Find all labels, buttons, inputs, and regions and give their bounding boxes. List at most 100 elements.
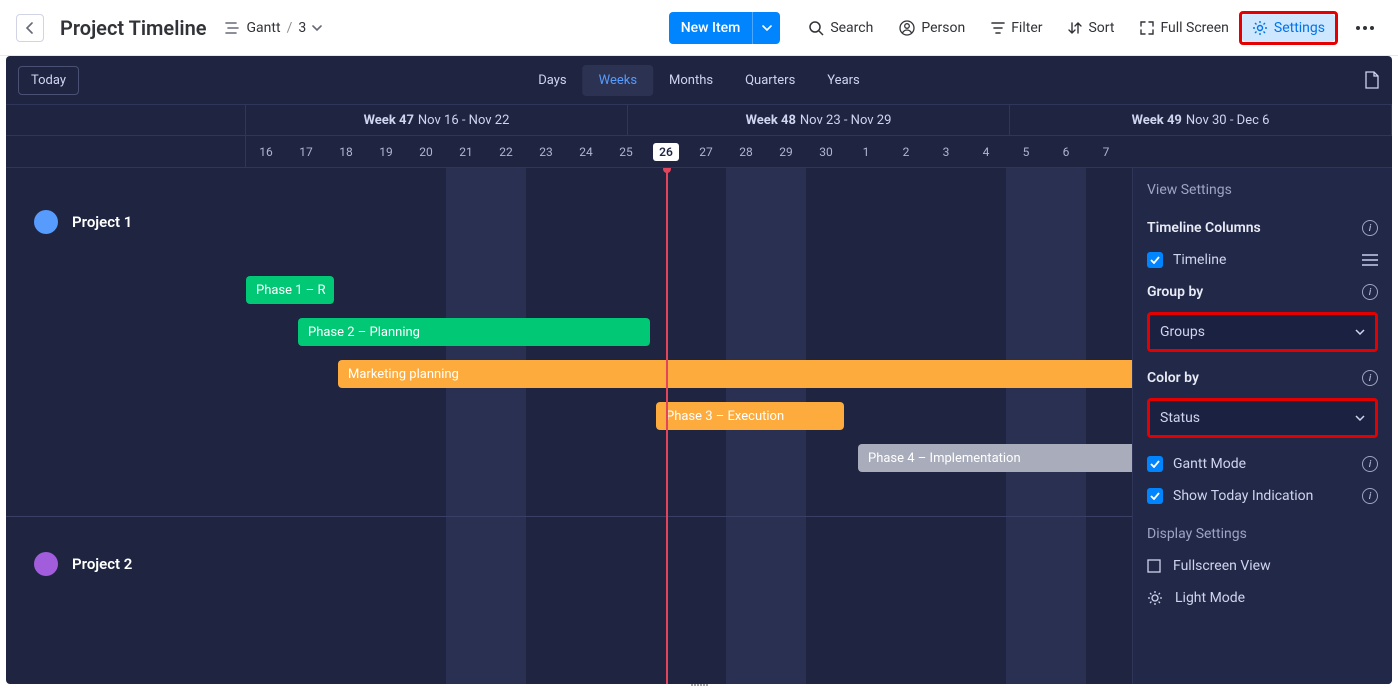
- fullscreen-view-item[interactable]: Fullscreen View: [1147, 550, 1378, 582]
- info-icon[interactable]: i: [1362, 284, 1378, 300]
- group-by-value: Groups: [1160, 324, 1205, 340]
- gantt-mode-checkbox[interactable]: Gantt Mode i: [1147, 448, 1378, 480]
- day-cell: 27: [686, 136, 726, 167]
- scale-weeks[interactable]: Weeks: [583, 65, 653, 96]
- week-header: Week 47 Nov 16 - Nov 22Week 48 Nov 23 - …: [6, 104, 1392, 136]
- day-cell: 6: [1046, 136, 1086, 167]
- chevron-down-icon: [312, 24, 322, 32]
- timeline-columns-label: Timeline Columns: [1147, 220, 1261, 236]
- more-button[interactable]: [1348, 20, 1382, 36]
- info-icon[interactable]: i: [1362, 488, 1378, 504]
- info-icon[interactable]: i: [1362, 456, 1378, 472]
- person-label: Person: [921, 20, 965, 36]
- grid-col: [1006, 168, 1046, 684]
- back-button[interactable]: [16, 14, 44, 42]
- chevron-down-icon: [1355, 415, 1365, 421]
- new-item-button[interactable]: New Item: [669, 12, 781, 44]
- group-color-dot: [34, 552, 58, 576]
- info-icon[interactable]: i: [1362, 220, 1378, 236]
- group-header-project-1[interactable]: Project 1: [6, 192, 132, 252]
- scale-years[interactable]: Years: [811, 65, 875, 96]
- gantt-bar[interactable]: Phase 3 – Execution: [656, 402, 844, 430]
- grid-col: [246, 168, 286, 684]
- scale-months[interactable]: Months: [653, 65, 729, 96]
- gear-icon: [1252, 20, 1268, 36]
- timeline-checkbox[interactable]: Timeline: [1147, 244, 1378, 276]
- day-cell: 30: [806, 136, 846, 167]
- scale-days[interactable]: Days: [522, 65, 582, 96]
- settings-button[interactable]: Settings: [1242, 14, 1335, 42]
- export-button[interactable]: [1364, 71, 1380, 89]
- grid-col: [606, 168, 646, 684]
- today-indicator: [666, 168, 668, 684]
- grid-col: [366, 168, 406, 684]
- gantt-bar[interactable]: Phase 2 – Planning: [298, 318, 650, 346]
- sort-icon: [1068, 21, 1082, 35]
- person-button[interactable]: Person: [889, 14, 975, 42]
- chevron-left-icon: [25, 22, 35, 34]
- page-title: Project Timeline: [60, 16, 207, 40]
- day-cell: 3: [926, 136, 966, 167]
- grid-col: [926, 168, 966, 684]
- checkbox-icon: [1147, 456, 1163, 472]
- sort-button[interactable]: Sort: [1058, 14, 1124, 42]
- left-gutter: [6, 105, 246, 135]
- left-gutter: [6, 136, 246, 167]
- week-cell: Week 49 Nov 30 - Dec 6: [1010, 105, 1392, 135]
- view-selector[interactable]: Gantt / 3: [225, 20, 323, 36]
- day-cell: 20: [406, 136, 446, 167]
- day-cell: 23: [526, 136, 566, 167]
- fullscreen-button[interactable]: Full Screen: [1130, 14, 1238, 42]
- day-cell: 19: [366, 136, 406, 167]
- search-icon: [808, 20, 824, 36]
- resize-handle[interactable]: [684, 682, 714, 688]
- light-mode-item[interactable]: Light Mode: [1147, 582, 1378, 614]
- group-header-project-2[interactable]: Project 2: [6, 534, 132, 594]
- scale-switcher: DaysWeeksMonthsQuartersYears: [522, 65, 876, 96]
- scalebar: Today DaysWeeksMonthsQuartersYears: [6, 56, 1392, 104]
- group-name: Project 1: [72, 213, 132, 231]
- day-cell: 7: [1086, 136, 1126, 167]
- view-sep: /: [287, 20, 293, 36]
- day-cell: 21: [446, 136, 486, 167]
- day-cell: 25: [606, 136, 646, 167]
- chevron-down-icon: [762, 24, 772, 32]
- today-button[interactable]: Today: [18, 66, 79, 95]
- view-count: 3: [298, 20, 306, 36]
- timeline-label: Timeline: [1173, 252, 1226, 268]
- sun-icon: [1147, 590, 1163, 606]
- day-cell: 17: [286, 136, 326, 167]
- week-cell: Week 47 Nov 16 - Nov 22: [246, 105, 628, 135]
- grid-col: [526, 168, 566, 684]
- display-settings-title: Display Settings: [1147, 526, 1378, 542]
- day-cell: 26: [646, 136, 686, 167]
- scale-quarters[interactable]: Quarters: [729, 65, 811, 96]
- group-by-label: Group by: [1147, 284, 1203, 300]
- color-by-value: Status: [1160, 410, 1200, 426]
- group-color-dot: [34, 210, 58, 234]
- fullscreen-icon: [1147, 559, 1161, 573]
- search-button[interactable]: Search: [798, 14, 883, 42]
- filter-label: Filter: [1011, 20, 1042, 36]
- day-cell: 24: [566, 136, 606, 167]
- topbar: Project Timeline Gantt / 3 New Item Sear…: [0, 0, 1398, 56]
- day-cell: 1: [846, 136, 886, 167]
- color-by-select[interactable]: Status: [1150, 401, 1375, 435]
- gantt-mode-label: Gantt Mode: [1173, 456, 1246, 472]
- info-icon[interactable]: i: [1362, 370, 1378, 386]
- filter-button[interactable]: Filter: [981, 14, 1052, 42]
- view-name: Gantt: [247, 20, 281, 36]
- group-by-highlight: Groups: [1147, 312, 1378, 352]
- chevron-down-icon: [1355, 329, 1365, 335]
- new-item-dropdown[interactable]: [752, 12, 780, 44]
- group-name: Project 2: [72, 555, 132, 573]
- gantt-bar[interactable]: Marketing planning: [338, 360, 1218, 388]
- grid-col: [486, 168, 526, 684]
- show-today-checkbox[interactable]: Show Today Indication i: [1147, 480, 1378, 512]
- group-by-select[interactable]: Groups: [1150, 315, 1375, 349]
- gantt-bar[interactable]: Phase 1 – R: [246, 276, 334, 304]
- group-by-row: Group by i: [1147, 276, 1378, 308]
- grid-col: [1046, 168, 1086, 684]
- checkbox-icon: [1147, 252, 1163, 268]
- grid-col: [1086, 168, 1126, 684]
